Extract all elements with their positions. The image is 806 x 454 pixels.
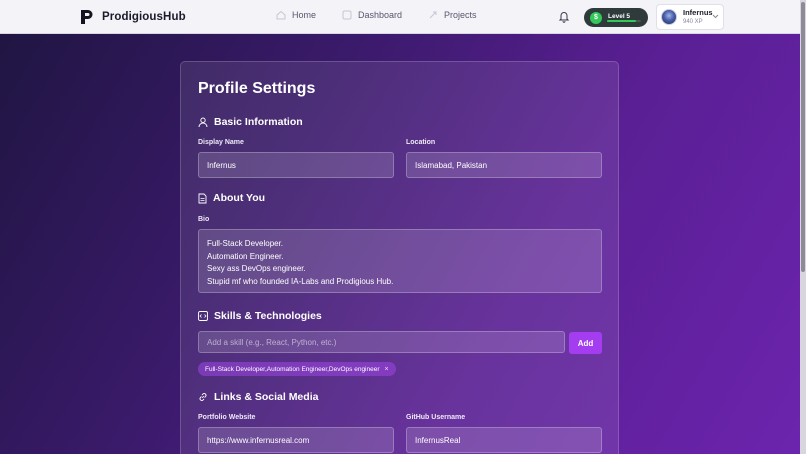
top-navbar: ProdigiousHub Home Dashboard Projects $ … [0,0,800,34]
skill-chip: Full-Stack Developer,Automation Engineer… [198,362,396,376]
bio-textarea[interactable]: Full-Stack Developer. Automation Enginee… [198,229,602,293]
nav-links: Home Dashboard Projects [276,10,503,20]
display-name-input[interactable]: Infernus [198,152,394,178]
nav-link-label: Home [292,10,317,20]
document-icon [198,193,207,203]
section-links: Links & Social Media [198,391,318,403]
nav-link-label: Projects [444,10,477,20]
github-label: GitHub Username [406,414,466,421]
projects-icon [429,11,437,19]
chevron-down-icon [712,14,719,19]
section-heading: Basic Information [214,116,303,128]
display-name-label: Display Name [198,139,244,146]
portfolio-input[interactable]: https://www.infernusreal.com [198,427,394,453]
section-skills: Skills & Technologies [198,310,322,322]
page-scrollbar[interactable] [800,0,806,454]
skill-input[interactable]: Add a skill (e.g., React, Python, etc.) [198,331,565,353]
nav-link-home[interactable]: Home [276,10,316,20]
location-input[interactable]: Islamabad, Pakistan [406,152,602,178]
home-icon [276,10,286,20]
section-heading: Skills & Technologies [214,310,322,322]
user-menu[interactable]: Infernus 940 XP [656,4,724,30]
level-badge[interactable]: $ Level 5 [584,8,648,27]
nav-link-label: Dashboard [358,10,403,20]
nav-link-projects[interactable]: Projects [428,10,477,20]
brand[interactable]: ProdigiousHub [80,9,186,25]
section-heading: Links & Social Media [214,391,319,403]
section-heading: About You [213,192,266,204]
user-info: Infernus 940 XP [683,9,713,25]
scrollbar-thumb[interactable] [801,2,805,272]
user-name: Infernus [683,8,713,18]
profile-settings-card: Profile Settings Basic Information Displ… [180,61,619,454]
brand-name: ProdigiousHub [102,11,186,23]
location-label: Location [406,139,436,146]
section-basic-information: Basic Information [198,116,303,128]
avatar [661,9,677,25]
bell-icon[interactable] [558,10,570,23]
coin-icon: $ [590,11,602,24]
portfolio-label: Portfolio Website [198,414,256,421]
user-icon [198,117,208,127]
brand-logo-icon [81,10,93,24]
user-xp: 940 XP [683,18,703,25]
level-progress-bar [607,20,641,22]
bio-line: Full-Stack Developer. [207,239,284,248]
skill-chip-label: Full-Stack Developer,Automation Engineer… [205,365,380,373]
bio-line: Automation Engineer. [207,251,284,261]
dashboard-icon [342,10,352,20]
nav-link-dashboard[interactable]: Dashboard [342,10,402,20]
section-about-you: About You [198,192,265,204]
link-icon [199,393,207,401]
level-label: Level 5 [608,12,631,20]
bio-line: Sexy ass DevOps engineer. [207,264,306,274]
add-skill-button[interactable]: Add [569,332,602,354]
page-title: Profile Settings [198,80,316,97]
close-icon[interactable]: × [385,366,389,373]
bio-line: Stupid mf who founded IA-Labs and Prodig… [207,276,394,286]
bio-label: Bio [198,216,210,223]
github-input[interactable]: InfernusReal [406,427,602,453]
code-icon [198,311,208,321]
level-progress-fill [607,20,636,22]
